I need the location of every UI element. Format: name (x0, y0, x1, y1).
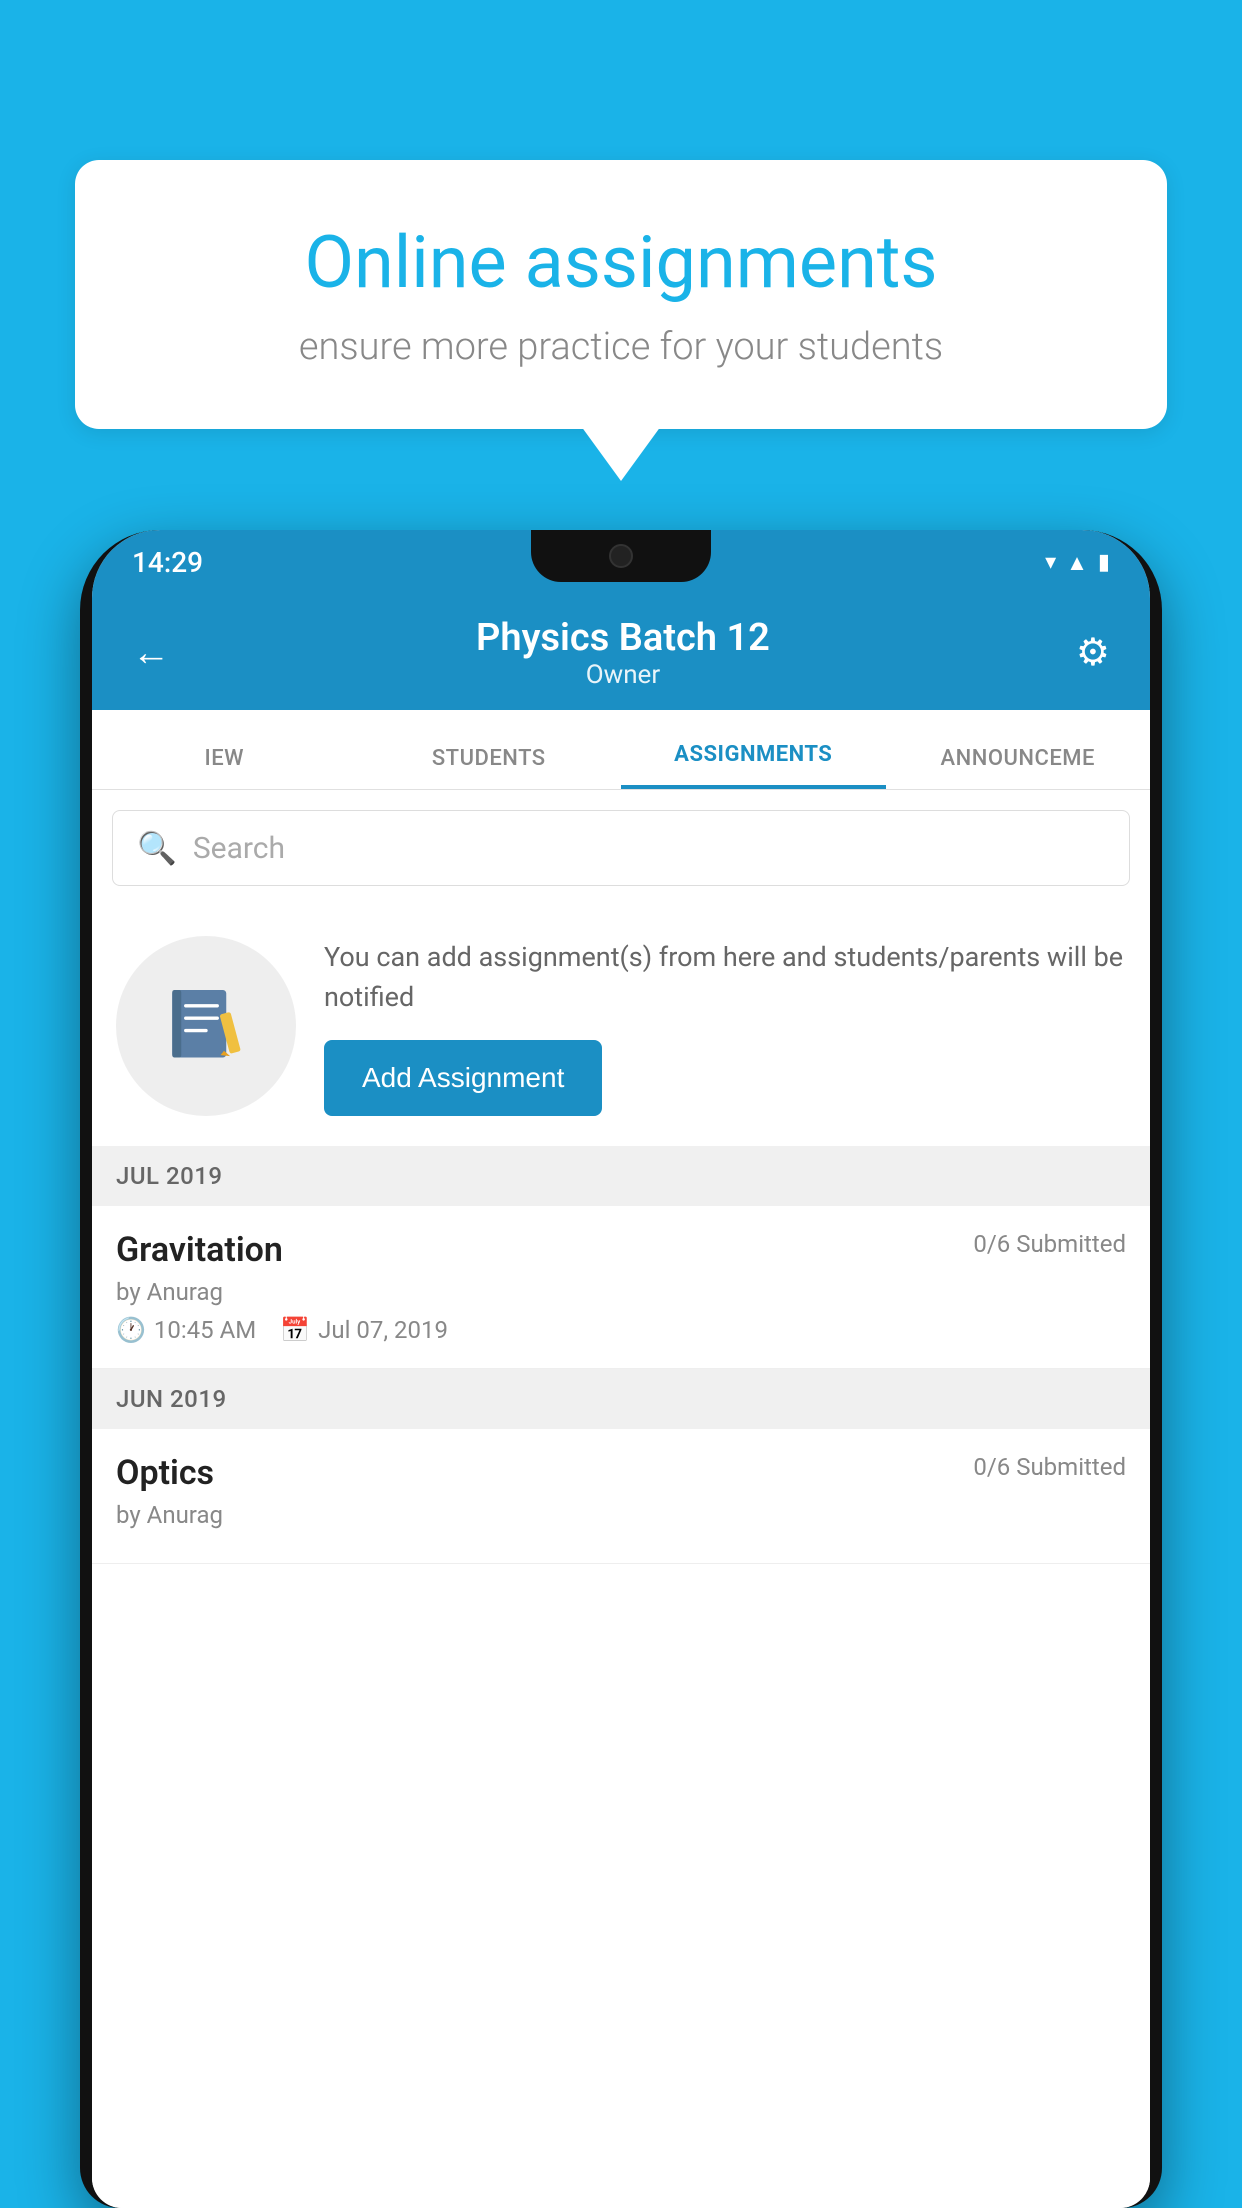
assignment-item-gravitation[interactable]: Gravitation 0/6 Submitted by Anurag 🕐 10… (92, 1206, 1150, 1369)
notebook-icon (161, 981, 251, 1071)
assignment-name: Gravitation (116, 1230, 283, 1270)
search-icon: 🔍 (137, 829, 177, 867)
search-bar[interactable]: 🔍 Search (112, 810, 1130, 886)
tab-assignments[interactable]: ASSIGNMENTS (621, 742, 886, 789)
tab-students[interactable]: STUDENTS (357, 746, 622, 789)
date-value: Jul 07, 2019 (318, 1316, 448, 1344)
speech-bubble: Online assignments ensure more practice … (75, 160, 1167, 429)
header-subtitle: Owner (476, 660, 770, 690)
content-area: 🔍 Search (92, 790, 1150, 2208)
tabs-bar: IEW STUDENTS ASSIGNMENTS ANNOUNCEME (92, 710, 1150, 790)
assignment-author-optics: by Anurag (116, 1501, 1126, 1529)
assignment-item-optics[interactable]: Optics 0/6 Submitted by Anurag (92, 1429, 1150, 1564)
assignment-name-optics: Optics (116, 1453, 214, 1493)
phone-screen: 14:29 ▾ ▲ ▮ ← Physics Batch 12 Owner ⚙ I… (92, 530, 1150, 2208)
wifi-icon: ▾ (1045, 550, 1056, 575)
empty-description: You can add assignment(s) from here and … (324, 937, 1126, 1018)
status-time: 14:29 (132, 546, 203, 579)
empty-icon-circle (116, 936, 296, 1116)
camera (609, 544, 633, 568)
back-button[interactable]: ← (132, 631, 170, 675)
assignment-top: Gravitation 0/6 Submitted (116, 1230, 1126, 1270)
signal-icon: ▲ (1066, 550, 1088, 576)
assignment-meta: 🕐 10:45 AM 📅 Jul 07, 2019 (116, 1316, 1126, 1344)
search-placeholder: Search (193, 831, 285, 866)
assignment-author: by Anurag (116, 1278, 1126, 1306)
clock-icon: 🕐 (116, 1316, 146, 1344)
status-icons: ▾ ▲ ▮ (1045, 550, 1110, 576)
add-assignment-button[interactable]: Add Assignment (324, 1040, 602, 1116)
header-title: Physics Batch 12 (476, 616, 770, 660)
assignment-submitted-optics: 0/6 Submitted (973, 1453, 1126, 1481)
bubble-subtitle: ensure more practice for your students (145, 325, 1097, 369)
bubble-title: Online assignments (145, 220, 1097, 305)
header-center: Physics Batch 12 Owner (476, 616, 770, 690)
calendar-icon: 📅 (280, 1316, 310, 1344)
section-header-jun: JUN 2019 (92, 1369, 1150, 1429)
tab-announcements[interactable]: ANNOUNCEME (886, 746, 1151, 789)
empty-state: You can add assignment(s) from here and … (92, 906, 1150, 1146)
tab-iew[interactable]: IEW (92, 746, 357, 789)
empty-text-section: You can add assignment(s) from here and … (324, 937, 1126, 1116)
battery-icon: ▮ (1098, 550, 1110, 575)
assignment-top-optics: Optics 0/6 Submitted (116, 1453, 1126, 1493)
notch (531, 530, 711, 582)
app-header: ← Physics Batch 12 Owner ⚙ (92, 595, 1150, 710)
settings-icon[interactable]: ⚙ (1076, 630, 1110, 675)
phone-frame: 14:29 ▾ ▲ ▮ ← Physics Batch 12 Owner ⚙ I… (80, 530, 1162, 2208)
assignment-submitted: 0/6 Submitted (973, 1230, 1126, 1258)
section-header-jul: JUL 2019 (92, 1146, 1150, 1206)
assignment-date: 📅 Jul 07, 2019 (280, 1316, 448, 1344)
assignment-time: 🕐 10:45 AM (116, 1316, 256, 1344)
time-value: 10:45 AM (154, 1316, 256, 1344)
